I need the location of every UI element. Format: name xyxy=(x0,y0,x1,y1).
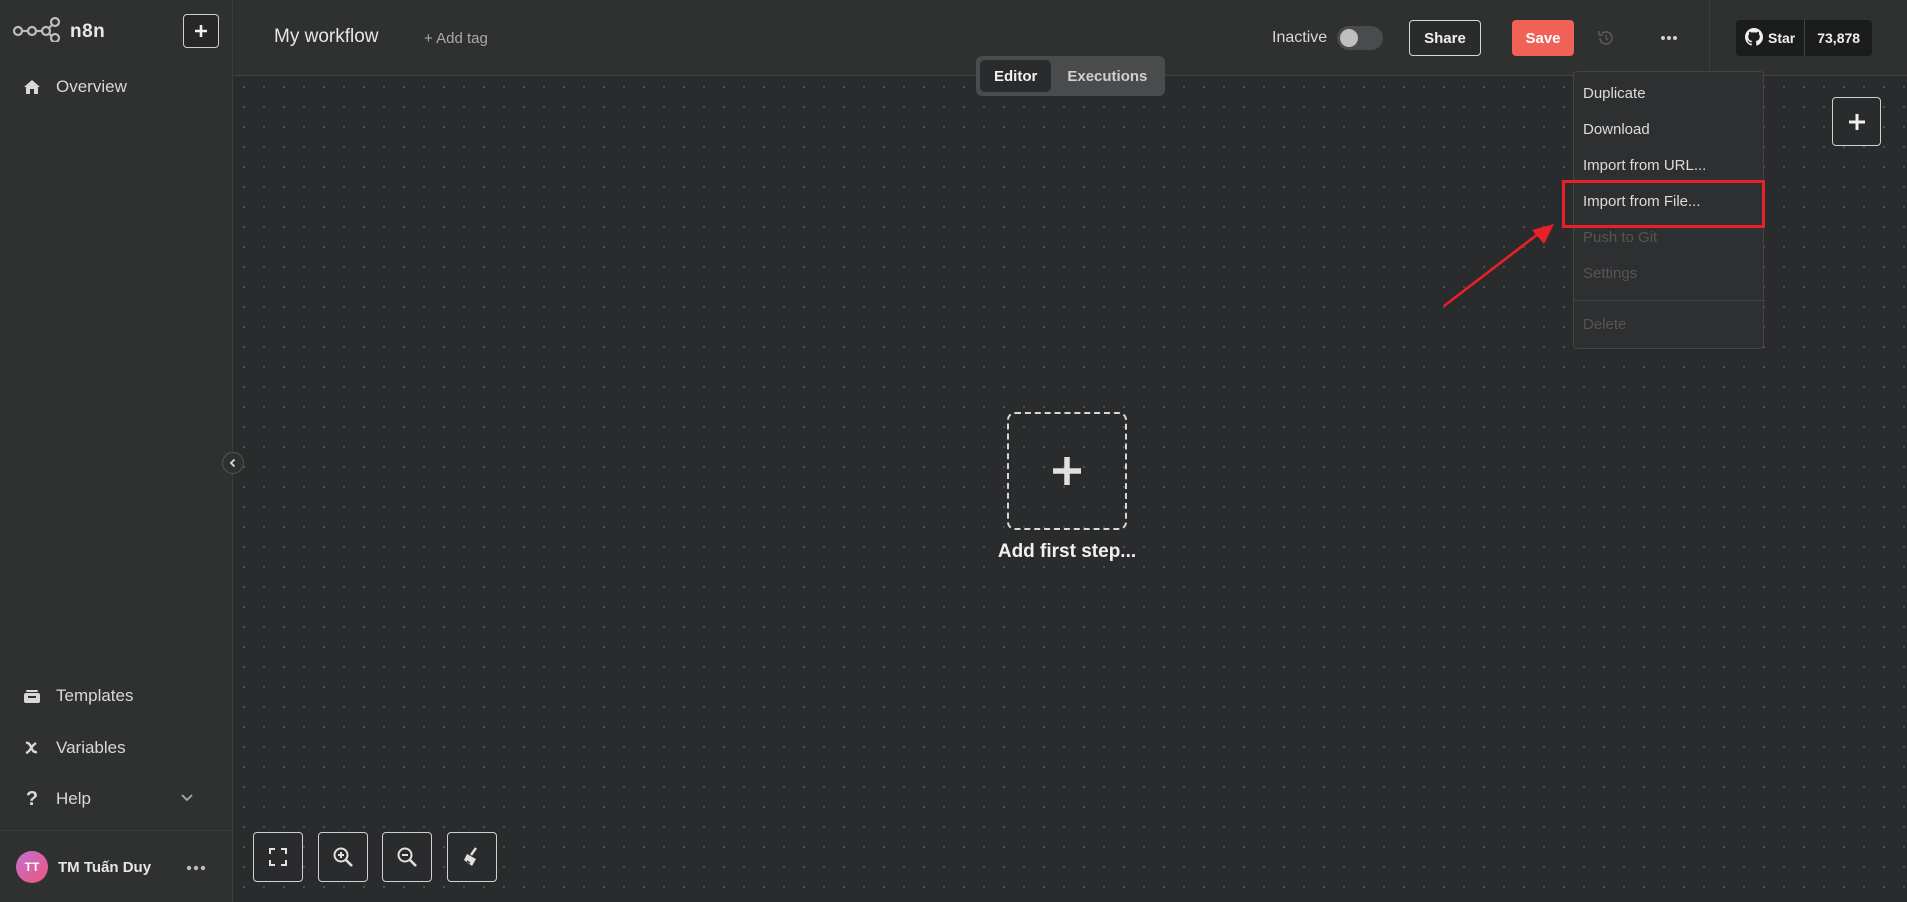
logo[interactable]: n8n xyxy=(12,16,105,47)
highlight-box xyxy=(1562,180,1765,228)
zoom-out-icon xyxy=(397,847,417,867)
add-first-step-label[interactable]: Add first step... xyxy=(967,541,1167,563)
user-name: TM Tuấn Duy xyxy=(58,858,152,876)
tab-executions[interactable]: Executions xyxy=(1053,60,1161,92)
sidebar-item-overview[interactable]: Overview xyxy=(22,77,127,97)
fit-view-icon xyxy=(269,848,287,866)
sidebar-item-templates[interactable]: Templates xyxy=(22,686,133,706)
github-star-label: Star xyxy=(1768,30,1796,46)
annotation-arrow-icon xyxy=(1443,224,1554,308)
sidebar-item-variables[interactable]: Variables xyxy=(22,738,126,758)
avatar: TT xyxy=(16,851,48,883)
github-star-button[interactable]: Star 73,878 xyxy=(1736,20,1873,56)
plus-icon xyxy=(195,25,207,37)
brand-name: n8n xyxy=(70,20,106,42)
chevron-left-icon xyxy=(229,458,236,468)
menu-item-delete: Delete xyxy=(1583,316,1627,333)
active-toggle[interactable] xyxy=(1337,26,1383,50)
collapse-sidebar-button[interactable] xyxy=(222,452,244,474)
sidebar: n8n Overview Templates Variables ? Help … xyxy=(0,0,233,902)
tab-editor[interactable]: Editor xyxy=(980,60,1052,92)
menu-item-download[interactable]: Download xyxy=(1583,121,1650,138)
plus-icon xyxy=(1053,457,1081,485)
workflow-title[interactable]: My workflow xyxy=(274,26,379,48)
history-icon[interactable] xyxy=(1596,28,1616,53)
zoom-in-button[interactable] xyxy=(318,832,368,882)
n8n-logo-icon xyxy=(12,16,62,47)
templates-icon xyxy=(22,686,42,706)
user-more-icon[interactable] xyxy=(186,858,206,876)
plus-icon xyxy=(1848,113,1865,130)
sidebar-item-label: Help xyxy=(56,789,91,808)
header-divider xyxy=(1709,0,1710,76)
new-workflow-button[interactable] xyxy=(183,14,219,48)
home-icon xyxy=(22,77,42,97)
menu-item-import-url[interactable]: Import from URL... xyxy=(1583,157,1706,174)
add-first-step-button[interactable] xyxy=(1007,412,1127,530)
sidebar-item-label: Variables xyxy=(56,738,126,757)
zoom-out-button[interactable] xyxy=(382,832,432,882)
zoom-to-fit-button[interactable] xyxy=(253,832,303,882)
help-icon: ? xyxy=(25,787,39,810)
github-star-count: 73,878 xyxy=(1817,30,1861,46)
menu-item-duplicate[interactable]: Duplicate xyxy=(1583,85,1646,102)
sidebar-item-label: Templates xyxy=(56,686,134,705)
add-node-button[interactable] xyxy=(1832,97,1881,146)
menu-item-push-git: Push to Git xyxy=(1583,229,1658,246)
sidebar-item-label: Overview xyxy=(56,77,127,96)
broom-icon xyxy=(464,847,477,866)
more-options-icon[interactable] xyxy=(1660,28,1678,53)
menu-item-settings: Settings xyxy=(1583,265,1638,282)
share-button[interactable]: Share xyxy=(1409,20,1481,56)
save-button[interactable]: Save xyxy=(1512,20,1574,56)
tidy-up-button[interactable] xyxy=(447,832,497,882)
view-tabs: Editor Executions xyxy=(976,56,1166,96)
github-icon xyxy=(1745,27,1763,49)
chevron-down-icon[interactable] xyxy=(180,790,194,808)
menu-divider xyxy=(1574,300,1765,301)
status-label: Inactive xyxy=(1272,29,1328,46)
variables-icon xyxy=(22,738,42,758)
zoom-in-icon xyxy=(333,847,353,867)
sidebar-item-help[interactable]: ? Help xyxy=(22,787,91,810)
user-profile[interactable]: TT TM Tuấn Duy xyxy=(16,851,151,883)
sidebar-divider xyxy=(0,830,233,831)
add-tag-link[interactable]: + Add tag xyxy=(424,30,488,47)
